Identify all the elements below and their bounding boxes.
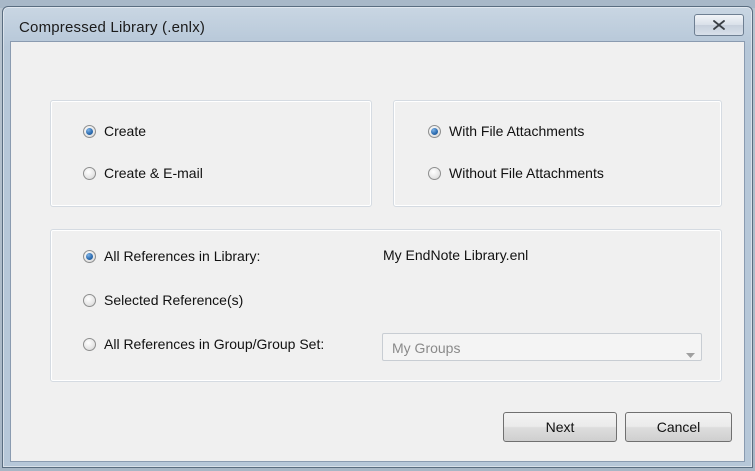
radio-create-email[interactable]: Create & E-mail [83, 165, 203, 181]
radio-button[interactable] [83, 293, 96, 307]
chevron-down-icon[interactable] [686, 345, 695, 363]
radio-with-attachments[interactable]: With File Attachments [428, 123, 584, 139]
group-select[interactable]: My Groups [382, 333, 702, 361]
action-group: Create Create & E-mail [50, 100, 372, 207]
close-icon [713, 20, 725, 30]
radio-selected-references[interactable]: Selected Reference(s) [83, 292, 243, 308]
radio-without-attachments[interactable]: Without File Attachments [428, 165, 604, 181]
radio-button[interactable] [428, 124, 441, 138]
radio-label: Without File Attachments [449, 165, 604, 181]
dialog-title: Compressed Library (.enlx) [19, 19, 206, 36]
radio-all-references-group[interactable]: All References in Group/Group Set: [83, 336, 324, 352]
radio-label: All References in Library: [104, 248, 261, 264]
radio-button[interactable] [428, 166, 441, 180]
cancel-button[interactable]: Cancel [625, 412, 732, 442]
library-name: My EndNote Library.enl [383, 247, 529, 263]
next-button[interactable]: Next [503, 412, 617, 442]
attachments-group: With File Attachments Without File Attac… [393, 100, 722, 207]
radio-button[interactable] [83, 124, 96, 138]
radio-button[interactable] [83, 166, 96, 180]
radio-label: Create [104, 123, 147, 139]
radio-label: With File Attachments [449, 123, 585, 139]
radio-label: All References in Group/Group Set: [104, 336, 325, 352]
group-select-value: My Groups [392, 340, 461, 356]
radio-label: Selected Reference(s) [104, 292, 244, 308]
radio-button[interactable] [83, 249, 96, 263]
radio-create[interactable]: Create [83, 123, 146, 139]
radio-all-references-library[interactable]: All References in Library: [83, 248, 260, 264]
dialog-window: Compressed Library (.enlx) Create Create… [2, 6, 753, 468]
radio-button[interactable] [83, 337, 96, 351]
dialog-content: Create Create & E-mail With File Attachm… [10, 41, 745, 462]
radio-label: Create & E-mail [104, 165, 203, 181]
close-button[interactable] [694, 14, 744, 36]
